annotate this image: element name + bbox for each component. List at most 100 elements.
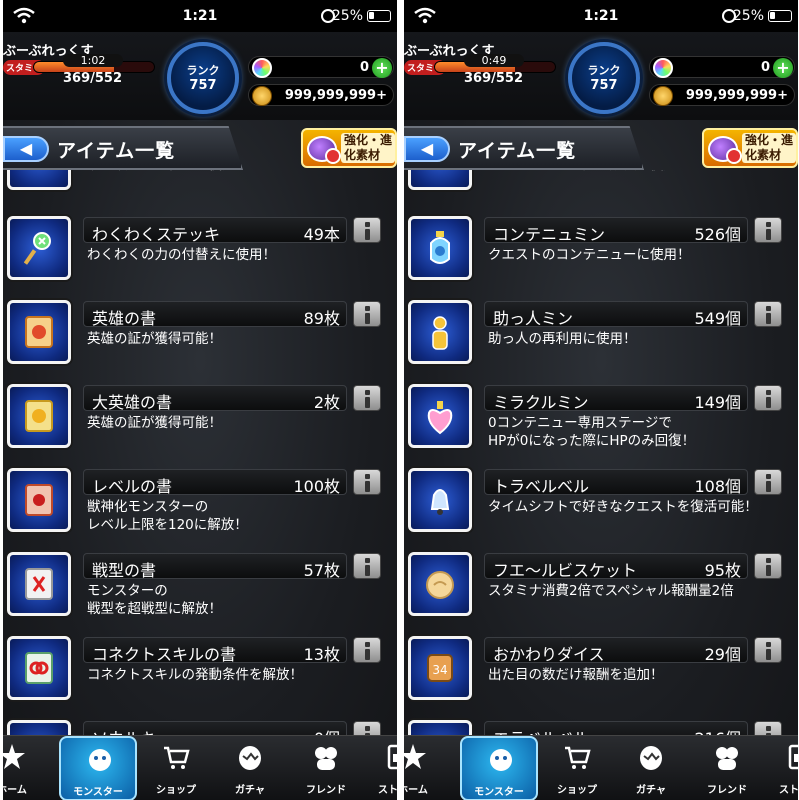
nav-shop[interactable]: ショップ	[538, 736, 616, 800]
item-icon-frame	[408, 468, 472, 532]
item-info-button[interactable]	[754, 301, 782, 327]
rank-value: 757	[590, 78, 618, 93]
material-button[interactable]: 強化・進化素材	[702, 128, 798, 168]
nav-friend[interactable]: フレンド	[688, 736, 766, 800]
buy-orbs-button[interactable]: +	[773, 58, 793, 78]
material-button[interactable]: 強化・進化素材	[301, 128, 397, 168]
nav-gacha[interactable]: ガチャ	[211, 736, 289, 800]
item-name: わくわくステッキ	[92, 225, 221, 244]
coin-count: 999,999,999+	[685, 88, 788, 103]
nav-shop[interactable]: ショップ	[137, 736, 215, 800]
item-info-button[interactable]	[353, 637, 381, 663]
coin-counter: 999,999,999+	[649, 84, 795, 106]
orb-counter[interactable]: 0 +	[649, 56, 795, 78]
item-icon-frame	[408, 216, 472, 280]
item-name: おかわりダイス	[493, 645, 605, 664]
stamina-timer: 1:02	[63, 54, 123, 67]
item-info-button[interactable]	[353, 553, 381, 579]
nav-strike[interactable]: ストライ	[760, 736, 798, 800]
item-name-bar: おかわりダイス 29個	[484, 637, 748, 664]
item-count: 57枚	[303, 561, 340, 580]
list-item[interactable]: 戦型の書 57枚 モンスターの 戦型を超戦型に解放！	[3, 552, 397, 636]
item-description: タイムシフトで好きなクエストを復活可能！	[488, 499, 758, 515]
item-description: スタミナ消費2倍でスペシャル報酬量2倍	[488, 583, 734, 599]
nav-label: フレンド	[707, 785, 747, 796]
nav-monster[interactable]: モンスター	[59, 736, 137, 800]
nav-monster[interactable]: モンスター	[460, 736, 538, 800]
rank-badge[interactable]: ランク 757	[167, 42, 239, 114]
status-bar: 1:21 25%	[404, 0, 798, 32]
monster-icon	[85, 744, 115, 774]
list-item[interactable]: エラベルベル 216個 好きなキャンペーンを選べる！	[404, 720, 798, 735]
item-list[interactable]: ジャー 魂の紋章の付替えに使用！ わくわくステッキ 49本 わくわくの力の付替え…	[3, 170, 397, 735]
stamina-value: 369/552	[63, 71, 123, 86]
bell-icon	[425, 481, 455, 519]
dice-icon: 34	[425, 649, 455, 687]
item-name-bar: トラベルベル 108個	[484, 469, 748, 496]
item-info-button[interactable]	[754, 553, 782, 579]
list-item[interactable]: レベルの書 100枚 獣神化モンスターの レベル上限を120に解放！	[3, 468, 397, 552]
list-item[interactable]: 助っ人ミン 549個 助っ人の再利用に使用！	[404, 300, 798, 384]
item-icon-frame	[7, 552, 71, 616]
list-item[interactable]: 34 おかわりダイス 29個 出た目の数だけ報酬を追加！	[404, 636, 798, 720]
list-item[interactable]: コンテニュミン 526個 クエストのコンテニューに使用！	[404, 216, 798, 300]
item-name-bar: ミラクルミン 149個	[484, 385, 748, 412]
biscuit-icon	[425, 565, 455, 603]
list-item-partial[interactable]: わくわくミンEL わくわくミンの力の成長に使用！	[404, 170, 798, 210]
list-item[interactable]: 英雄の書 89枚 英雄の証が獲得可能！	[3, 300, 397, 384]
item-info-button[interactable]	[353, 721, 381, 735]
item-info-button[interactable]	[754, 217, 782, 243]
item-description: わくわくミンの力の成長に使用！	[488, 170, 778, 174]
nav-home[interactable]: ホーム	[404, 736, 452, 800]
nav-label: ストライ	[378, 785, 397, 796]
item-info-button[interactable]	[353, 301, 381, 327]
nav-home[interactable]: ホーム	[3, 736, 51, 800]
item-count: 108個	[694, 477, 741, 496]
nav-strike[interactable]: ストライ	[359, 736, 397, 800]
item-name: コンテニュミン	[493, 225, 606, 244]
orb-counter[interactable]: 0 +	[248, 56, 394, 78]
item-icon	[7, 170, 71, 190]
heart-potion-icon	[425, 397, 455, 435]
item-name: エラベルベル	[493, 725, 589, 735]
list-item[interactable]: コネクトスキルの書 13枚 コネクトスキルの発動条件を解放！	[3, 636, 397, 720]
item-icon-frame: 34	[408, 636, 472, 700]
item-info-button[interactable]	[353, 385, 381, 411]
item-description: クエストのコンテニューに使用！	[488, 247, 691, 263]
egg-icon	[235, 742, 265, 772]
item-info-button[interactable]	[754, 721, 782, 735]
item-description: コネクトスキルの発動条件を解放！	[87, 667, 303, 683]
orb-count: 0	[760, 60, 770, 75]
nav-friend[interactable]: フレンド	[287, 736, 365, 800]
item-name: 戦型の書	[92, 561, 157, 580]
nav-gacha[interactable]: ガチャ	[612, 736, 690, 800]
back-button[interactable]: ◀	[404, 136, 450, 162]
list-item[interactable]: わくわくステッキ 49本 わくわくの力の付替えに使用！	[3, 216, 397, 300]
list-item[interactable]: フエ〜ルビスケット 95枚 スタミナ消費2倍でスペシャル報酬量2倍	[404, 552, 798, 636]
item-info-button[interactable]	[754, 469, 782, 495]
back-button[interactable]: ◀	[3, 136, 49, 162]
list-item-partial[interactable]: ジャー 魂の紋章の付替えに使用！	[3, 170, 397, 210]
item-count: 95枚	[704, 561, 741, 580]
item-description: 獣神化モンスターの レベル上限を120に解放！	[87, 499, 248, 533]
nav-label: ショップ	[156, 785, 196, 796]
lock-icon	[784, 742, 798, 772]
item-info-button[interactable]	[754, 385, 782, 411]
item-count: 49本	[303, 225, 340, 244]
item-description: 英雄の証が獲得可能！	[87, 415, 222, 431]
item-icon-frame	[7, 216, 71, 280]
gold-scroll-icon	[24, 397, 54, 435]
item-info-button[interactable]	[353, 217, 381, 243]
list-item[interactable]: トラベルベル 108個 タイムシフトで好きなクエストを復活可能！	[404, 468, 798, 552]
list-item[interactable]: ソウルキー 0個	[3, 720, 397, 735]
list-item[interactable]: 大英雄の書 2枚 英雄の証が獲得可能！	[3, 384, 397, 468]
list-item[interactable]: ミラクルミン 149個 0コンテニュー専用ステージで HPが0になった際にHPの…	[404, 384, 798, 468]
rank-badge[interactable]: ランク 757	[568, 42, 640, 114]
friend-icon	[712, 742, 742, 772]
item-info-button[interactable]	[353, 469, 381, 495]
battery-percent: 25%	[732, 8, 764, 24]
buy-orbs-button[interactable]: +	[372, 58, 392, 78]
battery-icon	[367, 10, 391, 22]
item-list[interactable]: わくわくミンEL わくわくミンの力の成長に使用！ コンテニュミン 526個 クエ…	[404, 170, 798, 735]
item-info-button[interactable]	[754, 637, 782, 663]
